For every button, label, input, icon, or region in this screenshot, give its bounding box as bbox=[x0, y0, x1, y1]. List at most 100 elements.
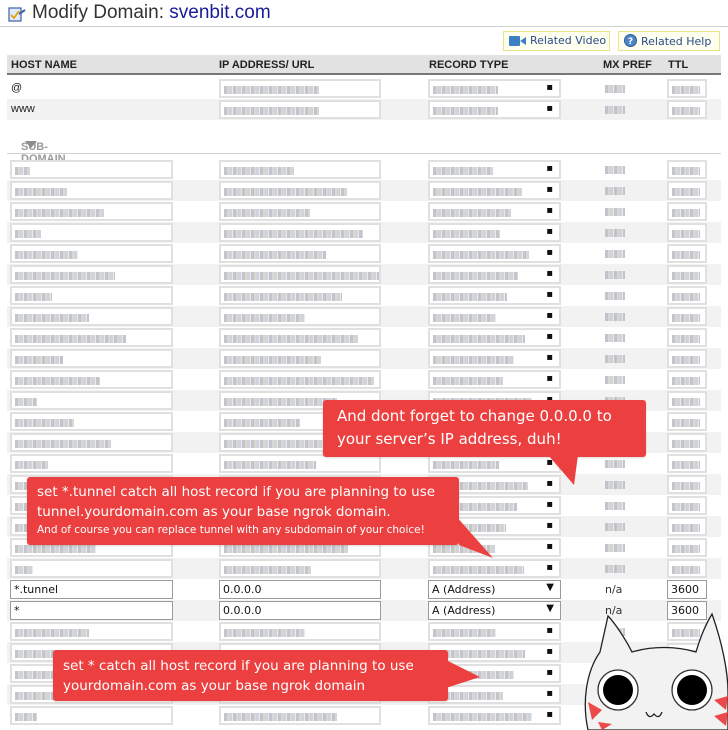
record-type-select[interactable]: ▪ bbox=[428, 265, 561, 284]
record-type-select[interactable]: ▪ bbox=[428, 181, 561, 200]
ip-address-input[interactable] bbox=[219, 265, 381, 284]
host-name-input[interactable] bbox=[10, 391, 173, 410]
ttl-input[interactable] bbox=[667, 160, 707, 179]
ttl-input[interactable] bbox=[667, 307, 707, 326]
record-type-select[interactable]: A (Address) ▼ bbox=[428, 601, 561, 620]
ttl-input[interactable] bbox=[667, 391, 707, 410]
ttl-input[interactable] bbox=[667, 349, 707, 368]
ip-address-input[interactable]: 0.0.0.0 bbox=[219, 601, 381, 620]
ttl-input[interactable] bbox=[667, 559, 707, 578]
dropdown-arrow-icon: ▪ bbox=[546, 541, 553, 552]
record-type-select[interactable]: ▪ bbox=[428, 370, 561, 389]
ttl-input[interactable] bbox=[667, 223, 707, 242]
host-name-input[interactable] bbox=[10, 181, 173, 200]
ip-address-input[interactable] bbox=[219, 370, 381, 389]
ttl-input[interactable] bbox=[667, 496, 707, 515]
ttl-input[interactable] bbox=[667, 181, 707, 200]
record-type-value: A (Address) bbox=[432, 604, 496, 617]
ip-address-input[interactable] bbox=[219, 79, 381, 98]
ip-address-input[interactable] bbox=[219, 349, 381, 368]
dropdown-arrow-icon: ▪ bbox=[546, 184, 553, 195]
ip-address-input[interactable] bbox=[219, 160, 381, 179]
host-name-input[interactable]: * bbox=[10, 601, 173, 620]
callout-wildcard-tail bbox=[446, 660, 480, 688]
ip-address-input[interactable] bbox=[219, 307, 381, 326]
record-type-select[interactable]: ▪ bbox=[428, 559, 561, 578]
dropdown-arrow-icon: ▪ bbox=[546, 289, 553, 300]
ip-address-input[interactable] bbox=[219, 706, 381, 725]
host-name-input[interactable] bbox=[10, 349, 173, 368]
related-video-button[interactable]: Related Video bbox=[503, 31, 610, 51]
host-name-input[interactable] bbox=[10, 559, 173, 578]
record-type-select[interactable]: ▪ bbox=[428, 328, 561, 347]
column-mx-pref: MX PREF bbox=[603, 59, 652, 71]
ttl-input[interactable] bbox=[667, 517, 707, 536]
ip-address-input[interactable] bbox=[219, 244, 381, 263]
table-row: ▪ bbox=[7, 201, 721, 222]
ttl-input[interactable] bbox=[667, 412, 707, 431]
ip-address-input[interactable]: 0.0.0.0 bbox=[219, 580, 381, 599]
ip-address-input[interactable] bbox=[219, 622, 381, 641]
host-name-value: www bbox=[11, 103, 35, 115]
host-name-input[interactable] bbox=[10, 244, 173, 263]
ttl-input[interactable] bbox=[667, 370, 707, 389]
ip-address-input[interactable] bbox=[219, 223, 381, 242]
ttl-input[interactable] bbox=[667, 286, 707, 305]
dropdown-arrow-icon: ▪ bbox=[546, 82, 553, 93]
ttl-input[interactable] bbox=[667, 100, 707, 119]
edit-document-icon bbox=[8, 7, 26, 22]
ttl-input[interactable] bbox=[667, 244, 707, 263]
record-type-select[interactable]: ▪ bbox=[428, 706, 561, 725]
host-name-input[interactable] bbox=[10, 328, 173, 347]
record-type-select[interactable]: ▪ bbox=[428, 349, 561, 368]
ttl-input[interactable] bbox=[667, 433, 707, 452]
ip-address-input[interactable] bbox=[219, 181, 381, 200]
column-ttl: TTL bbox=[668, 59, 689, 71]
ttl-input[interactable] bbox=[667, 538, 707, 557]
host-name-input[interactable]: *.tunnel bbox=[10, 580, 173, 599]
record-type-select[interactable]: ▪ bbox=[428, 244, 561, 263]
dropdown-arrow-icon: ▪ bbox=[546, 163, 553, 174]
record-type-select[interactable]: A (Address) ▼ bbox=[428, 580, 561, 599]
host-name-input[interactable] bbox=[10, 454, 173, 473]
record-type-select[interactable]: ▪ bbox=[428, 622, 561, 641]
host-name-input[interactable] bbox=[10, 412, 173, 431]
host-name-input[interactable] bbox=[10, 706, 173, 725]
ttl-input[interactable] bbox=[667, 79, 707, 98]
host-name-input[interactable] bbox=[10, 160, 173, 179]
host-name-input[interactable] bbox=[10, 265, 173, 284]
host-name-input[interactable] bbox=[10, 622, 173, 641]
host-name-input[interactable] bbox=[10, 286, 173, 305]
ip-address-input[interactable] bbox=[219, 100, 381, 119]
host-name-input[interactable] bbox=[10, 307, 173, 326]
dropdown-arrow-icon: ▪ bbox=[546, 625, 553, 636]
subdomain-settings-header[interactable]: SUB-DOMAIN SETTINGS bbox=[7, 137, 721, 177]
record-type-select[interactable]: ▪ bbox=[428, 223, 561, 242]
host-name-input[interactable] bbox=[10, 223, 173, 242]
record-type-select[interactable]: ▪ bbox=[428, 202, 561, 221]
record-type-select[interactable]: ▪ bbox=[428, 79, 561, 98]
record-type-select[interactable]: ▪ bbox=[428, 307, 561, 326]
ttl-input[interactable] bbox=[667, 265, 707, 284]
host-name-input[interactable] bbox=[10, 202, 173, 221]
related-help-button[interactable]: ? Related Help bbox=[618, 31, 720, 51]
ttl-input[interactable]: 3600 bbox=[667, 580, 707, 599]
record-type-select[interactable]: ▪ bbox=[428, 286, 561, 305]
ip-address-input[interactable] bbox=[219, 559, 381, 578]
record-type-select[interactable]: ▪ bbox=[428, 100, 561, 119]
record-type-select[interactable]: ▪ bbox=[428, 160, 561, 179]
collapse-triangle-icon[interactable] bbox=[25, 141, 37, 148]
host-name-input[interactable] bbox=[10, 370, 173, 389]
mx-pref-value bbox=[605, 247, 625, 261]
ttl-input[interactable] bbox=[667, 202, 707, 221]
table-row: ▪ bbox=[7, 327, 721, 348]
dropdown-arrow-icon: ▪ bbox=[546, 103, 553, 114]
ip-address-input[interactable] bbox=[219, 286, 381, 305]
ip-address-input[interactable] bbox=[219, 328, 381, 347]
ttl-input[interactable] bbox=[667, 454, 707, 473]
mx-pref-value bbox=[605, 541, 625, 555]
ttl-input[interactable] bbox=[667, 475, 707, 494]
ip-address-input[interactable] bbox=[219, 202, 381, 221]
ttl-input[interactable] bbox=[667, 328, 707, 347]
host-name-input[interactable] bbox=[10, 433, 173, 452]
